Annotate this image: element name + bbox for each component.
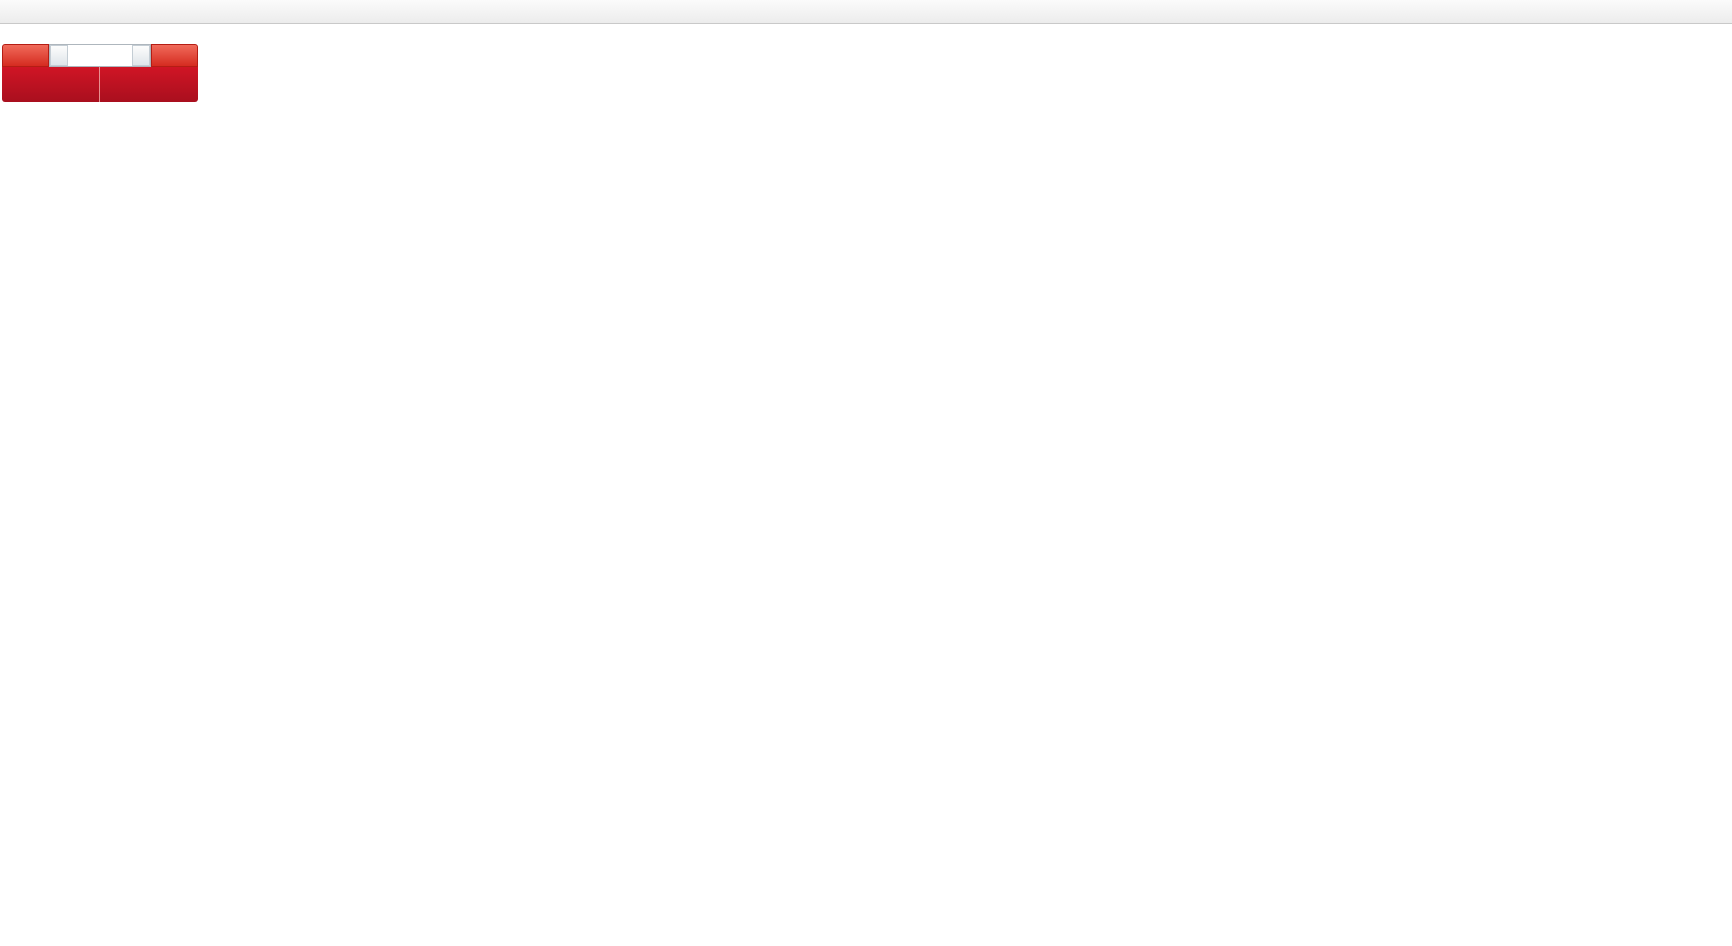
volume-increase-button[interactable] [132, 45, 150, 66]
chart-window [0, 0, 1732, 946]
sell-price[interactable] [2, 67, 100, 102]
mt4-terminal [0, 0, 1732, 946]
toolbar [0, 0, 1732, 24]
chart-canvas[interactable] [0, 0, 1732, 946]
volume-field [49, 44, 151, 67]
sell-button[interactable] [2, 44, 49, 67]
buy-button[interactable] [151, 44, 198, 67]
one-click-trading-panel [2, 44, 198, 102]
volume-input[interactable] [68, 45, 132, 66]
volume-decrease-button[interactable] [50, 45, 68, 66]
buy-price[interactable] [100, 67, 198, 102]
